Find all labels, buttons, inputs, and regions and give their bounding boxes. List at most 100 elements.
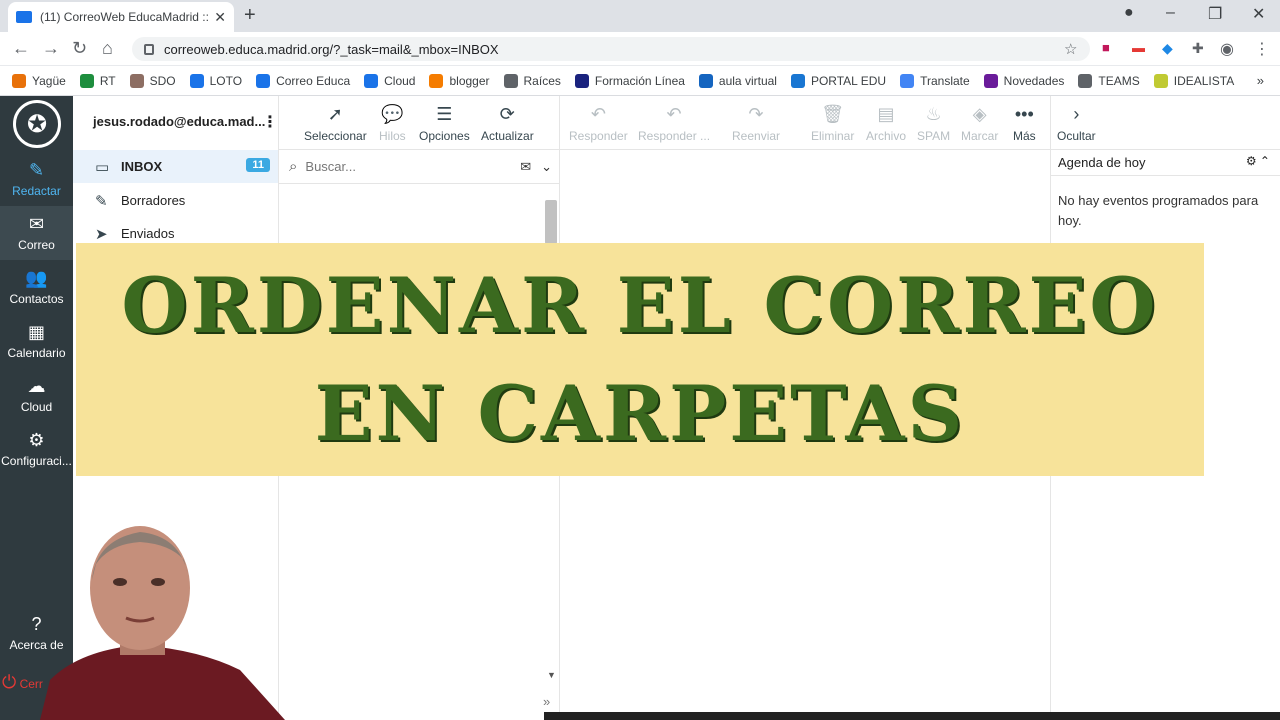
bookmark-item[interactable]: Translate — [900, 73, 970, 88]
bookmark-item[interactable]: Novedades — [983, 73, 1065, 88]
reload-icon[interactable]: ↻ — [72, 38, 87, 59]
bookmark-label: aula virtual — [718, 73, 777, 88]
chevron-right-icon: › — [1073, 104, 1080, 124]
tag-icon: ◈ — [972, 104, 987, 124]
calendar-icon: ▦ — [27, 322, 45, 342]
ellipsis-icon: ••• — [1014, 104, 1034, 124]
bookmark-icon — [79, 73, 94, 88]
power-icon: ⏻ — [2, 672, 17, 692]
spam-button[interactable]: ♨ SPAM — [917, 104, 950, 143]
pencil-icon: ✎ — [95, 192, 108, 210]
bookmark-item[interactable]: Cloud — [364, 73, 416, 88]
bookmarks-overflow-icon[interactable]: » — [1257, 73, 1264, 88]
options-button[interactable]: ☰ Opciones — [419, 104, 470, 143]
reply-all-button[interactable]: ↶ Responder ... — [638, 104, 710, 143]
bookmark-label: Correo Educa — [276, 73, 351, 88]
bookmark-label: Raíces — [523, 73, 561, 88]
threads-button[interactable]: 💬 Hilos — [379, 104, 406, 143]
close-tab-icon[interactable]: ✕ — [214, 9, 226, 26]
mark-button[interactable]: ◈ Marcar — [961, 104, 998, 143]
presenter-video — [40, 526, 285, 720]
forward-button[interactable]: ↷ Reenviar — [732, 104, 780, 143]
calendar-nav[interactable]: ▦ Calendario — [0, 322, 73, 360]
title-banner: ORDENAR EL CORREO EN CARPETAS — [76, 243, 1204, 476]
bookmark-item[interactable]: LOTO — [189, 73, 242, 88]
forward-icon: ↷ — [748, 104, 764, 124]
avatar[interactable]: ◉ — [1220, 39, 1234, 59]
archive-button[interactable]: ▤ Archivo — [866, 104, 906, 143]
bookmark-icon — [503, 73, 518, 88]
bookmark-label: PORTAL EDU — [810, 73, 887, 88]
extension-icon[interactable]: ▬ — [1132, 40, 1145, 55]
bookmark-item[interactable]: Yagüe — [12, 73, 66, 88]
chevron-down-icon[interactable]: ⌄ — [541, 159, 552, 175]
bookmark-item[interactable]: IDEALISTA — [1153, 73, 1235, 88]
bookmark-item[interactable]: Correo Educa — [256, 73, 351, 88]
scrollbar-thumb[interactable] — [545, 200, 557, 244]
bookmark-item[interactable]: blogger — [429, 73, 490, 88]
bookmark-item[interactable]: RT — [79, 73, 116, 88]
bookmark-item[interactable]: Formación Línea — [574, 73, 685, 88]
delete-button[interactable]: 🗑 Eliminar — [811, 104, 854, 143]
compose-button[interactable]: ✎ Redactar — [0, 160, 73, 198]
mail-nav[interactable]: ✉ Correo — [0, 206, 73, 260]
select-button[interactable]: ➚ Seleccionar — [304, 104, 367, 143]
bookmark-item[interactable]: SDO — [129, 73, 176, 88]
bookmark-icon — [1153, 73, 1168, 88]
extension-icon[interactable]: ■ — [1102, 40, 1110, 55]
search-input[interactable]: Buscar... — [305, 159, 520, 174]
gear-icon: ⚙ — [28, 430, 45, 450]
folder-drafts[interactable]: ✎ Borradores — [73, 184, 278, 217]
more-button[interactable]: ••• Más — [1013, 104, 1036, 143]
account-menu-icon[interactable]: ⋮ — [262, 112, 278, 132]
agenda-header: Agenda de hoy ⚙ ⌃ — [1050, 150, 1280, 176]
scroll-down-arrow-icon[interactable]: ▼ — [547, 670, 556, 680]
omnibox[interactable]: correoweb.educa.madrid.org/?_task=mail&_… — [132, 37, 1090, 61]
contacts-nav[interactable]: 👥 Contactos — [0, 268, 73, 306]
bookmark-label: RT — [99, 73, 116, 88]
minimize-icon[interactable]: – — [1166, 4, 1175, 22]
bookmark-label: Novedades — [1003, 73, 1065, 88]
close-window-icon[interactable]: ✕ — [1252, 4, 1265, 24]
mail-favicon-icon — [16, 11, 32, 23]
expand-arrow-icon[interactable]: » — [543, 694, 550, 709]
envelope-icon[interactable]: ✉ — [520, 159, 531, 175]
search-bar[interactable]: ⌕ Buscar... ✉ ⌄ — [279, 150, 560, 184]
bookmark-label: SDO — [149, 73, 176, 88]
cloud-nav[interactable]: ☁ Cloud — [0, 376, 73, 414]
back-icon[interactable]: ← — [12, 38, 30, 59]
bookmark-item[interactable]: Raíces — [503, 73, 561, 88]
refresh-button[interactable]: ⟳ Actualizar — [481, 104, 534, 143]
forward-icon[interactable]: → — [42, 38, 60, 59]
bookmark-item[interactable]: TEAMS — [1078, 73, 1140, 88]
fire-icon: ♨ — [925, 104, 942, 124]
bookmark-icon — [129, 73, 144, 88]
profile-dropdown-icon[interactable]: ● — [1124, 4, 1134, 22]
star-icon[interactable]: ☆ — [1064, 40, 1077, 58]
browser-tab[interactable]: (11) CorreoWeb EducaMadrid :: I ✕ — [8, 2, 234, 32]
account-name: jesus.rodado@educa.mad... — [93, 114, 266, 129]
bookmark-icon — [189, 73, 204, 88]
puzzle-icon[interactable]: ✚ — [1192, 40, 1204, 57]
home-icon[interactable]: ⌂ — [102, 38, 113, 59]
bookmark-label: IDEALISTA — [1173, 73, 1235, 88]
bookmarks-bar: Yagüe RT SDO LOTO Correo Educa Cloud blogger Ra… — [0, 66, 1280, 96]
bookmark-item[interactable]: aula virtual — [698, 73, 777, 88]
folder-inbox[interactable]: ▭ INBOX 11 — [73, 150, 278, 183]
bookmark-label: Cloud — [384, 73, 416, 88]
trash-icon: 🗑 — [821, 104, 845, 124]
archive-icon: ▤ — [877, 104, 895, 124]
new-tab-button[interactable]: + — [244, 4, 256, 27]
settings-nav[interactable]: ⚙ Configuraci... — [0, 430, 73, 468]
bookmark-label: Translate — [920, 73, 970, 88]
cloud-icon: ☁ — [27, 376, 46, 396]
gear-icon[interactable]: ⚙ ⌃ — [1246, 154, 1270, 168]
bookmark-icon — [1078, 73, 1093, 88]
bookmark-icon — [983, 73, 998, 88]
reply-button[interactable]: ↶ Responder — [569, 104, 628, 143]
menu-icon[interactable]: ⋮ — [1254, 39, 1270, 59]
restore-icon[interactable]: ❐ — [1208, 4, 1222, 24]
drop-extension-icon[interactable]: ◆ — [1162, 40, 1173, 57]
bookmark-item[interactable]: PORTAL EDU — [790, 73, 887, 88]
hide-button[interactable]: › Ocultar — [1057, 104, 1096, 143]
